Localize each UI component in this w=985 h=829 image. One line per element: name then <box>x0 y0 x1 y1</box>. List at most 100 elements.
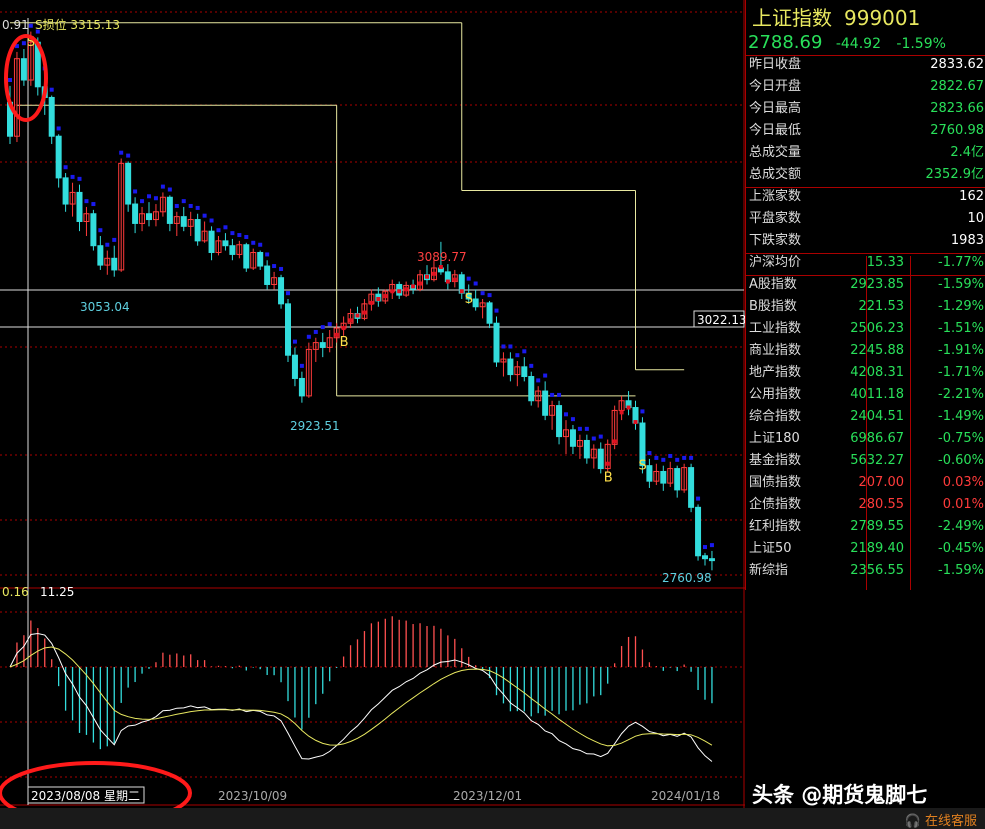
row-value: 2352.9亿 <box>925 167 985 182</box>
grid-lines <box>0 0 745 808</box>
trail-dot <box>355 313 360 318</box>
candle-body <box>125 162 132 205</box>
stat-row[interactable]: 今日开盘 2822.67 <box>746 76 985 98</box>
stat-row[interactable]: 总成交量 2.4亿 <box>746 142 985 164</box>
row-label: 红利指数 <box>749 519 802 534</box>
row-pct: -1.77% <box>938 255 984 270</box>
stat-row[interactable]: 昨日收盘 2833.62 <box>746 54 985 76</box>
row-pct: -0.45% <box>938 541 984 556</box>
trail-dot <box>425 274 429 279</box>
trail-dot <box>306 334 311 339</box>
trail-dot <box>682 455 687 460</box>
row-value: 162 <box>959 189 984 204</box>
price-annotation: 3089.77 <box>417 250 467 264</box>
candle-body <box>257 251 264 267</box>
trail-dot <box>160 184 165 189</box>
index-price: 2788.69 <box>748 32 823 53</box>
stat-row[interactable]: 总成交额 2352.9亿 <box>746 164 985 186</box>
candle-body <box>229 245 236 255</box>
trail-dot <box>77 176 82 181</box>
candle-body <box>146 213 152 221</box>
row-value: 2356.55 <box>850 563 904 578</box>
trail-dot <box>480 291 485 296</box>
trail-dot <box>445 279 450 284</box>
candle-body <box>285 303 291 356</box>
candle-body <box>319 342 326 348</box>
signal-marker: S <box>638 459 646 474</box>
row-value: 1983 <box>950 233 984 248</box>
row-label: 今日最低 <box>749 123 802 138</box>
breadth-row[interactable]: 上涨家数 162 <box>746 186 985 208</box>
row-label: 今日最高 <box>749 101 802 116</box>
trail-dot <box>244 234 249 239</box>
trail-dot <box>501 344 506 349</box>
candle-body <box>111 257 118 271</box>
index-pct: -1.59% <box>896 36 946 52</box>
trail-dot <box>557 392 562 397</box>
row-value: 2245.88 <box>850 343 904 358</box>
trail-dot <box>292 339 297 344</box>
trail-dot <box>313 329 318 334</box>
row-value: 2823.66 <box>930 101 984 116</box>
row-pct: -1.59% <box>938 563 984 578</box>
trail-dot <box>8 78 12 83</box>
candle-body <box>660 470 667 484</box>
candle-body <box>674 468 681 491</box>
row-pct: -1.71% <box>938 365 984 380</box>
breadth-row[interactable]: 平盘家数 10 <box>746 208 985 230</box>
stat-row[interactable]: 今日最高 2823.66 <box>746 98 985 120</box>
trail-dot <box>689 455 694 460</box>
candle-body <box>90 213 97 247</box>
trail-dot <box>466 276 471 281</box>
panel-divider <box>910 256 911 590</box>
trail-dot <box>418 281 423 286</box>
trail-dot <box>411 284 416 289</box>
trail-dot <box>28 23 33 28</box>
trail-dot <box>140 199 145 204</box>
row-label: 昨日收盘 <box>749 57 802 72</box>
row-value: 2760.98 <box>930 123 984 138</box>
stop-loss-label: S损位 3315.13 <box>35 17 120 32</box>
online-service-link[interactable]: 🎧 在线客服 <box>905 810 977 829</box>
trail-dot <box>654 455 659 460</box>
trail-dot <box>279 266 284 271</box>
trail-dot <box>550 392 555 397</box>
index-code: 999001 <box>844 6 921 30</box>
trail-dot <box>174 203 179 208</box>
row-label: 新综指 <box>749 563 789 578</box>
row-label: 平盘家数 <box>749 211 802 226</box>
row-label: 国债指数 <box>749 475 802 490</box>
trail-dot <box>619 410 624 415</box>
row-value: 6986.67 <box>850 431 904 446</box>
row-value: 5632.27 <box>850 453 904 468</box>
trail-dot <box>668 453 673 458</box>
trail-dot <box>56 126 61 131</box>
candle-body <box>20 58 27 81</box>
breadth-row[interactable]: 下跌家数 1983 <box>746 230 985 252</box>
row-pct: -1.29% <box>938 299 984 314</box>
row-pct: -1.91% <box>938 343 984 358</box>
row-label: 公用指数 <box>749 387 802 402</box>
trail-dot <box>703 545 707 550</box>
row-label: 上证180 <box>749 431 800 446</box>
candle-body <box>291 354 298 379</box>
macd-panel <box>9 616 713 762</box>
x-tick-label: 2023/12/01 <box>453 789 522 803</box>
candle-body <box>222 240 229 247</box>
candle-body <box>569 429 576 447</box>
candle-body <box>528 376 535 402</box>
trail-dot <box>508 344 513 349</box>
row-pct: -1.51% <box>938 321 984 336</box>
trail-dot <box>577 426 582 431</box>
candle-body <box>542 390 549 416</box>
row-value: 2404.51 <box>850 409 904 424</box>
candle-body <box>166 196 173 224</box>
trail-dot <box>473 281 478 286</box>
kline-chart[interactable]: 0.91 S损位 3315.13 3053.04 2923.51 3089.77 2760… <box>0 0 745 808</box>
candle-body <box>521 366 528 378</box>
row-value: 2833.62 <box>930 57 984 72</box>
stat-row[interactable]: 今日最低 2760.98 <box>746 120 985 142</box>
index-name: 上证指数 <box>752 6 832 30</box>
candle-body <box>208 230 215 253</box>
price-annotation: 2923.51 <box>290 419 340 433</box>
